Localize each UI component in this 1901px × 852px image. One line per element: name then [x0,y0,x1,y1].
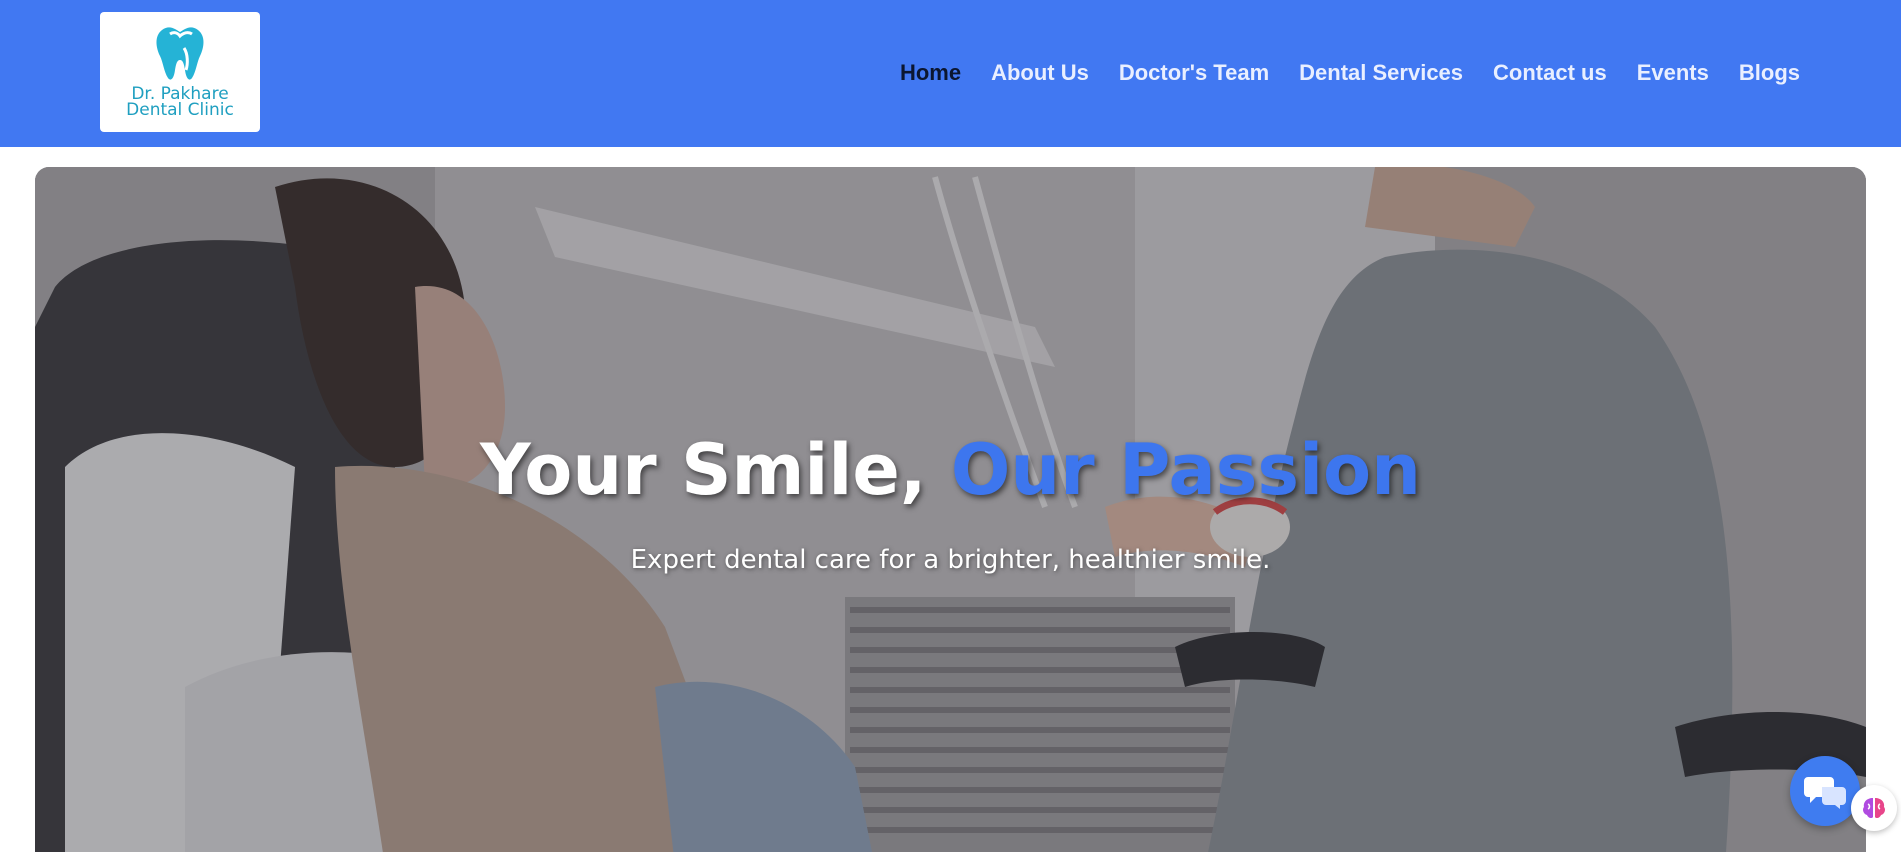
chat-widget-button[interactable] [1790,756,1860,826]
site-header: Dr. Pakhare Dental Clinic Home About Us … [0,0,1901,147]
main-nav: Home About Us Doctor's Team Dental Servi… [870,57,1800,89]
nav-blogs[interactable]: Blogs [1739,57,1800,89]
hero-title: Your Smile, Our Passion [35,429,1866,511]
chat-bubbles-icon [1804,777,1846,809]
nav-contact-us[interactable]: Contact us [1493,57,1607,89]
hero-subtitle: Expert dental care for a brighter, healt… [630,545,1271,575]
nav-doctors-team[interactable]: Doctor's Team [1119,57,1269,89]
hero-title-accent: Our Passion [950,429,1421,511]
tooth-icon [156,27,204,80]
logo-text: Dr. Pakhare Dental Clinic [126,86,234,120]
ai-assistant-button[interactable] [1851,785,1897,831]
logo-line-2: Dental Clinic [126,100,234,120]
nav-events[interactable]: Events [1637,57,1709,89]
hero-title-main: Your Smile, [479,429,951,511]
nav-home[interactable]: Home [900,57,961,89]
hero-banner: Your Smile, Our Passion Expert dental ca… [35,167,1866,852]
brain-icon [1863,798,1885,819]
clinic-logo[interactable]: Dr. Pakhare Dental Clinic [100,12,260,132]
nav-about-us[interactable]: About Us [991,57,1089,89]
nav-dental-services[interactable]: Dental Services [1299,57,1463,89]
